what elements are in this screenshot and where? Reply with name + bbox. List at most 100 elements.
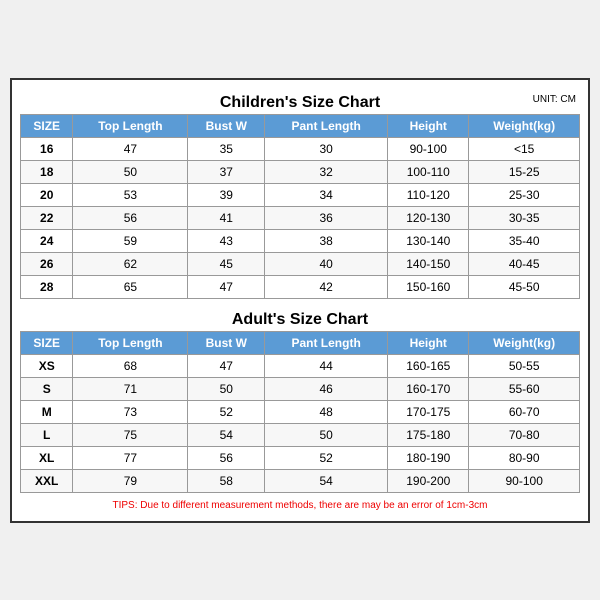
data-cell: 160-170 bbox=[388, 377, 469, 400]
data-cell: 70-80 bbox=[469, 423, 580, 446]
adult-header-cell: Height bbox=[388, 331, 469, 354]
size-cell: L bbox=[21, 423, 73, 446]
data-cell: 58 bbox=[188, 469, 265, 492]
data-cell: 45 bbox=[188, 252, 265, 275]
size-cell: 18 bbox=[21, 160, 73, 183]
children-header-cell: SIZE bbox=[21, 114, 73, 137]
data-cell: 56 bbox=[73, 206, 188, 229]
data-cell: 32 bbox=[265, 160, 388, 183]
children-header-cell: Pant Length bbox=[265, 114, 388, 137]
adult-header-row: SIZETop LengthBust WPant LengthHeightWei… bbox=[21, 331, 580, 354]
table-row: 20533934110-12025-30 bbox=[21, 183, 580, 206]
data-cell: 150-160 bbox=[388, 275, 469, 298]
data-cell: 38 bbox=[265, 229, 388, 252]
data-cell: 35-40 bbox=[469, 229, 580, 252]
size-cell: 28 bbox=[21, 275, 73, 298]
size-cell: 20 bbox=[21, 183, 73, 206]
data-cell: 79 bbox=[73, 469, 188, 492]
data-cell: 54 bbox=[188, 423, 265, 446]
size-cell: S bbox=[21, 377, 73, 400]
adult-table: SIZETop LengthBust WPant LengthHeightWei… bbox=[20, 331, 580, 493]
data-cell: 65 bbox=[73, 275, 188, 298]
children-unit: UNIT: CM bbox=[533, 94, 576, 105]
data-cell: 42 bbox=[265, 275, 388, 298]
data-cell: 30 bbox=[265, 137, 388, 160]
data-cell: 25-30 bbox=[469, 183, 580, 206]
data-cell: 40 bbox=[265, 252, 388, 275]
data-cell: 62 bbox=[73, 252, 188, 275]
children-table: SIZETop LengthBust WPant LengthHeightWei… bbox=[20, 114, 580, 299]
data-cell: 160-165 bbox=[388, 354, 469, 377]
size-cell: XS bbox=[21, 354, 73, 377]
data-cell: 80-90 bbox=[469, 446, 580, 469]
adult-header-cell: Weight(kg) bbox=[469, 331, 580, 354]
data-cell: 100-110 bbox=[388, 160, 469, 183]
size-cell: 16 bbox=[21, 137, 73, 160]
size-cell: 22 bbox=[21, 206, 73, 229]
data-cell: 60-70 bbox=[469, 400, 580, 423]
chart-container: Children's Size Chart UNIT: CM SIZETop L… bbox=[10, 78, 590, 523]
data-cell: 34 bbox=[265, 183, 388, 206]
data-cell: 54 bbox=[265, 469, 388, 492]
table-row: XXL795854190-20090-100 bbox=[21, 469, 580, 492]
data-cell: 30-35 bbox=[469, 206, 580, 229]
data-cell: 48 bbox=[265, 400, 388, 423]
data-cell: 35 bbox=[188, 137, 265, 160]
data-cell: 59 bbox=[73, 229, 188, 252]
table-row: XL775652180-19080-90 bbox=[21, 446, 580, 469]
data-cell: 47 bbox=[188, 354, 265, 377]
data-cell: 130-140 bbox=[388, 229, 469, 252]
children-header-cell: Weight(kg) bbox=[469, 114, 580, 137]
data-cell: 47 bbox=[73, 137, 188, 160]
data-cell: 43 bbox=[188, 229, 265, 252]
size-cell: 26 bbox=[21, 252, 73, 275]
data-cell: 53 bbox=[73, 183, 188, 206]
table-row: 18503732100-11015-25 bbox=[21, 160, 580, 183]
data-cell: 140-150 bbox=[388, 252, 469, 275]
data-cell: 90-100 bbox=[388, 137, 469, 160]
size-cell: XL bbox=[21, 446, 73, 469]
table-row: 24594338130-14035-40 bbox=[21, 229, 580, 252]
data-cell: 170-175 bbox=[388, 400, 469, 423]
table-row: S715046160-17055-60 bbox=[21, 377, 580, 400]
children-title-text: Children's Size Chart bbox=[220, 94, 380, 111]
data-cell: 56 bbox=[188, 446, 265, 469]
data-cell: 44 bbox=[265, 354, 388, 377]
data-cell: 50-55 bbox=[469, 354, 580, 377]
data-cell: 190-200 bbox=[388, 469, 469, 492]
data-cell: 120-130 bbox=[388, 206, 469, 229]
data-cell: 39 bbox=[188, 183, 265, 206]
table-row: L755450175-18070-80 bbox=[21, 423, 580, 446]
table-row: XS684744160-16550-55 bbox=[21, 354, 580, 377]
table-row: M735248170-17560-70 bbox=[21, 400, 580, 423]
data-cell: 40-45 bbox=[469, 252, 580, 275]
data-cell: 52 bbox=[188, 400, 265, 423]
size-cell: XXL bbox=[21, 469, 73, 492]
data-cell: 36 bbox=[265, 206, 388, 229]
children-header-row: SIZETop LengthBust WPant LengthHeightWei… bbox=[21, 114, 580, 137]
size-cell: 24 bbox=[21, 229, 73, 252]
tips-text: TIPS: Due to different measurement metho… bbox=[20, 498, 580, 513]
data-cell: 175-180 bbox=[388, 423, 469, 446]
data-cell: 50 bbox=[265, 423, 388, 446]
data-cell: 50 bbox=[188, 377, 265, 400]
data-cell: 77 bbox=[73, 446, 188, 469]
data-cell: 90-100 bbox=[469, 469, 580, 492]
data-cell: 46 bbox=[265, 377, 388, 400]
data-cell: 75 bbox=[73, 423, 188, 446]
table-row: 28654742150-16045-50 bbox=[21, 275, 580, 298]
data-cell: 52 bbox=[265, 446, 388, 469]
adult-header-cell: Pant Length bbox=[265, 331, 388, 354]
table-row: 1647353090-100<15 bbox=[21, 137, 580, 160]
adult-header-cell: Top Length bbox=[73, 331, 188, 354]
data-cell: 73 bbox=[73, 400, 188, 423]
children-header-cell: Top Length bbox=[73, 114, 188, 137]
data-cell: 45-50 bbox=[469, 275, 580, 298]
data-cell: 68 bbox=[73, 354, 188, 377]
adult-title-text: Adult's Size Chart bbox=[232, 311, 368, 328]
table-row: 22564136120-13030-35 bbox=[21, 206, 580, 229]
data-cell: 37 bbox=[188, 160, 265, 183]
table-row: 26624540140-15040-45 bbox=[21, 252, 580, 275]
children-header-cell: Bust W bbox=[188, 114, 265, 137]
data-cell: 180-190 bbox=[388, 446, 469, 469]
